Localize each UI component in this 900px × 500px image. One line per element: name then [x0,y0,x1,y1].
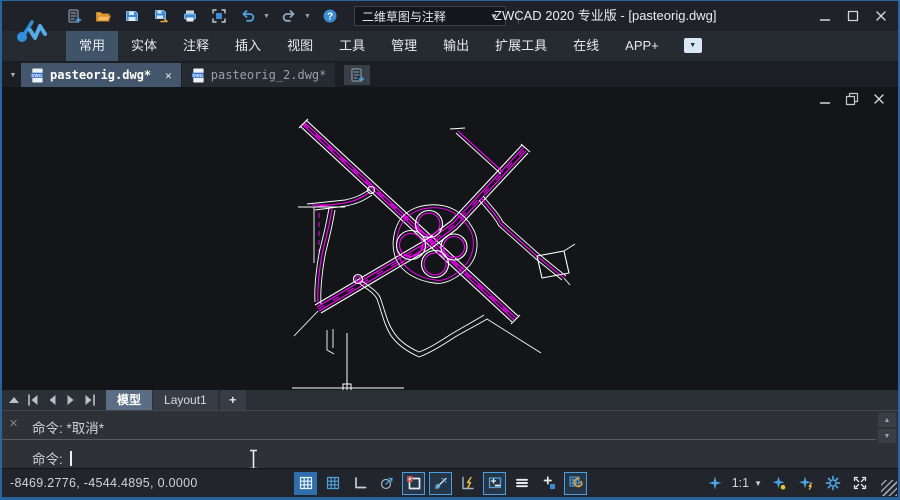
window-controls [814,6,898,26]
layout-menu-icon[interactable] [5,391,22,409]
document-tab[interactable]: DWG pasteorig.dwg* ✕ [21,63,181,87]
scroll-down-icon[interactable]: ▼ [878,429,896,443]
document-tab-label: pasteorig.dwg* [50,68,151,82]
lineweight-icon[interactable] [483,472,506,495]
app-menu-button[interactable] [2,1,60,61]
grid-display-icon[interactable] [294,472,317,495]
window-title: ZWCAD 2020 专业版 - [pasteorig.dwg] [494,1,717,31]
save-icon[interactable] [122,6,142,26]
status-right-cluster: 1:1 ▼ [705,473,870,493]
close-command-panel-icon[interactable]: ✕ [9,417,18,430]
ribbon-tab[interactable]: 实体 [118,31,170,61]
command-line-panel[interactable]: ✕ 命令: *取消* 命令: ▲ ▼ [2,410,898,468]
dynamic-input-icon[interactable] [456,472,479,495]
new-file-icon[interactable] [64,6,84,26]
mdi-close-button[interactable] [870,91,888,107]
mdi-window-controls [816,91,888,107]
layout-tab[interactable]: Layout1 [153,390,218,410]
mdi-minimize-button[interactable] [816,91,834,107]
command-prompt: 命令: [32,448,63,468]
drawing-viewport[interactable] [2,87,898,390]
workspace-selector-value: 二维草图与注释 [362,8,446,25]
ribbon-tab[interactable]: 注释 [170,31,222,61]
ortho-mode-icon[interactable] [348,472,371,495]
text-caret [70,451,72,466]
ribbon-tab[interactable]: 输出 [430,31,482,61]
document-tab-bar: ▼ DWG pasteorig.dwg* ✕ DWG pasteorig_2.dwg* [2,61,898,87]
command-history-line: 命令: *取消* [32,417,104,437]
preview-icon[interactable] [209,6,229,26]
ribbon-tab[interactable]: 常用 [66,31,118,61]
svg-text:?: ? [327,12,333,23]
annotation-visibility-icon[interactable] [769,473,789,493]
ribbon-tab[interactable]: APP+ [612,31,672,61]
annotation-auto-icon[interactable] [796,473,816,493]
scroll-up-icon[interactable]: ▲ [878,413,896,427]
command-separator [2,439,876,440]
ribbon-tab[interactable]: 扩展工具 [482,31,560,61]
nav-next-icon[interactable] [62,391,79,409]
layout-tab[interactable]: 模型 [106,390,152,410]
ribbon-tab[interactable]: 工具 [326,31,378,61]
annotation-add-icon[interactable] [537,472,560,495]
layout-tab-bar: 模型Layout1 + [2,390,898,410]
ribbon-tab[interactable]: 视图 [274,31,326,61]
new-document-tab-button[interactable] [344,65,370,85]
status-toggles [294,472,587,495]
save-as-icon[interactable] [151,6,171,26]
annotation-scale-icon[interactable] [705,473,725,493]
fullscreen-icon[interactable] [850,473,870,493]
dwg-file-icon: DWG [191,68,205,83]
maximize-button[interactable] [842,6,864,26]
coordinates-readout: -8469.2776, -4544.4895, 0.0000 [10,476,198,490]
minimize-button[interactable] [814,6,836,26]
menu-icon[interactable] [510,472,533,495]
nav-prev-icon[interactable] [43,391,60,409]
polar-tracking-icon[interactable] [375,472,398,495]
zwcad-logo-icon [13,13,49,49]
snap-mode-icon[interactable] [321,472,344,495]
ribbon-tab-bar: 常用实体注释插入视图工具管理输出扩展工具在线APP+ ▼ [2,31,898,61]
svg-text:DWG: DWG [192,72,203,77]
status-bar: -8469.2776, -4544.4895, 0.0000 1:1 ▼ [2,468,898,497]
open-folder-icon[interactable] [93,6,113,26]
mdi-restore-button[interactable] [843,91,861,107]
settings-gear-icon[interactable] [823,473,843,493]
nav-last-icon[interactable] [81,391,98,409]
document-tab-label: pasteorig_2.dwg* [211,68,327,82]
undo-icon[interactable] [238,6,258,26]
title-bar: ▼ ▼? 二维草图与注释 ▼ ZWCAD 2020 专业版 - [pasteori… [2,1,898,31]
document-tab[interactable]: DWG pasteorig_2.dwg* [182,63,336,87]
annotation-scale-value[interactable]: 1:1 [732,476,749,490]
dwg-file-icon: DWG [30,68,44,83]
zwcad-application-window: ▼ ▼? 二维草图与注释 ▼ ZWCAD 2020 专业版 - [pasteori… [0,0,900,500]
nav-first-icon[interactable] [24,391,41,409]
command-scrollbar: ▲ ▼ [878,413,896,443]
object-snap-tracking-icon[interactable] [429,472,452,495]
ribbon-tab[interactable]: 插入 [222,31,274,61]
svg-text:DWG: DWG [32,72,43,77]
add-layout-button[interactable]: + [220,390,246,410]
quick-access-toolbar: ▼ ▼? [64,6,340,26]
road-interchange-drawing [2,87,898,390]
close-tab-icon[interactable]: ✕ [165,69,172,82]
ribbon-tab[interactable]: 管理 [378,31,430,61]
chevron-down-icon[interactable]: ▼ [754,479,762,488]
close-button[interactable] [870,6,892,26]
help-icon[interactable]: ? [320,6,340,26]
annotation-refresh-icon[interactable] [564,472,587,495]
workspace-selector[interactable]: 二维草图与注释 ▼ [354,6,506,26]
document-tab-menu-icon[interactable]: ▼ [5,63,21,87]
ribbon-tab[interactable]: 在线 [560,31,612,61]
redo-icon[interactable] [279,6,299,26]
dropdown-caret-icon[interactable]: ▼ [304,13,311,20]
resize-grip[interactable] [881,480,897,496]
object-snap-icon[interactable] [402,472,425,495]
dropdown-caret-icon[interactable]: ▼ [263,13,270,20]
print-icon[interactable] [180,6,200,26]
ribbon-collapse-button[interactable]: ▼ [684,38,702,53]
